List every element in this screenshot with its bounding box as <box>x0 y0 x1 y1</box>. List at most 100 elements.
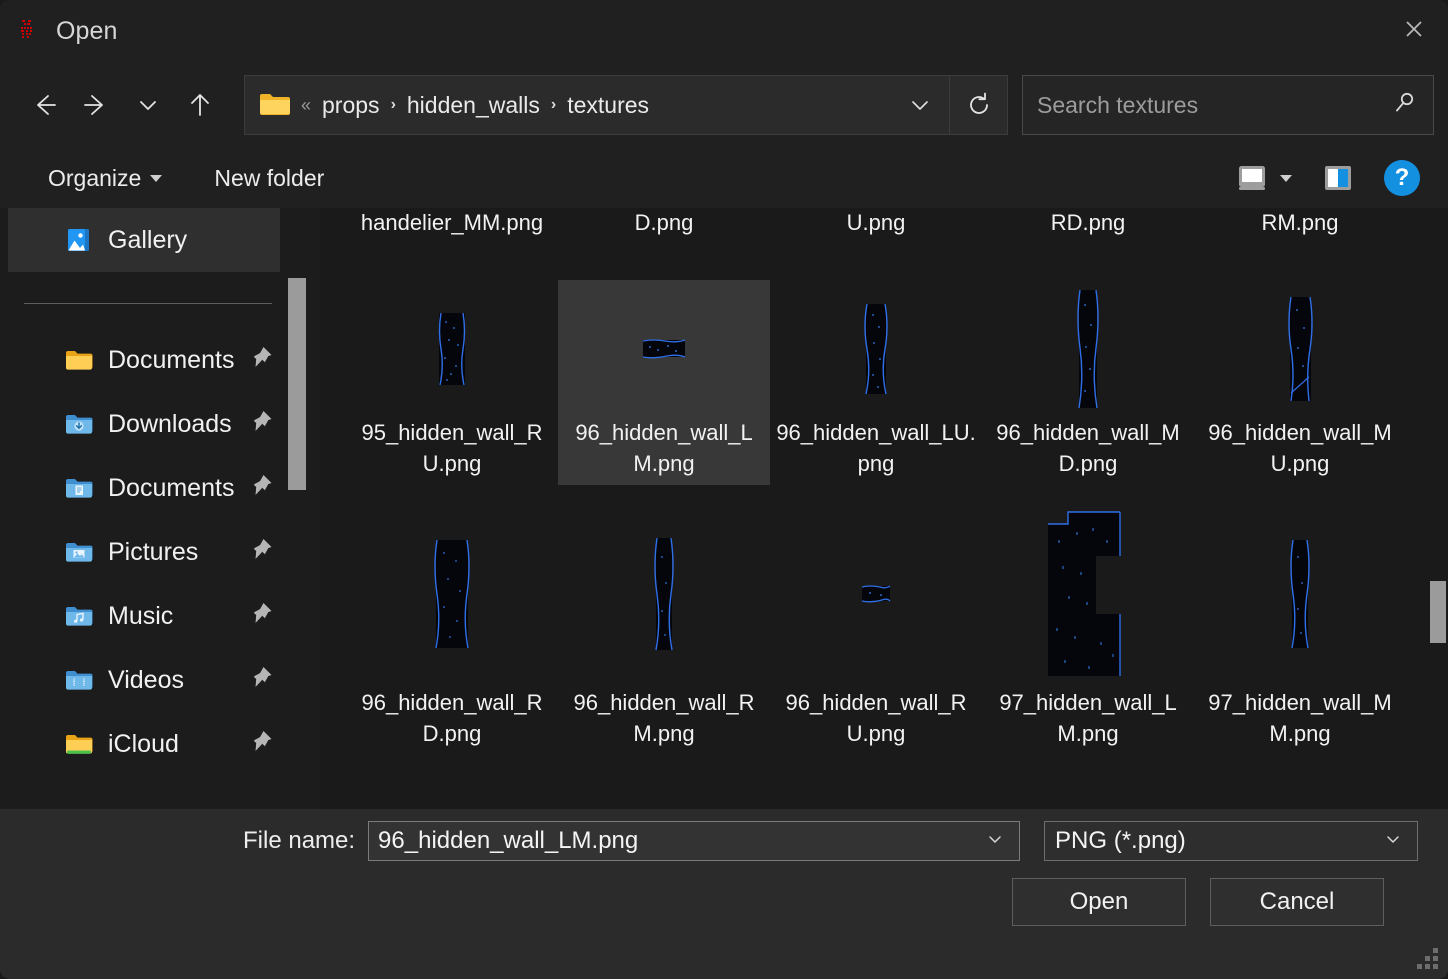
search-box[interactable] <box>1022 75 1434 135</box>
pin-icon[interactable] <box>248 537 274 568</box>
window-title: Open <box>56 16 118 45</box>
file-item[interactable]: 96_hidden_wall_RD.png <box>346 504 558 755</box>
file-row: 96_hidden_wall_RD.png 96_hidden_wall_RM.… <box>346 485 1400 755</box>
file-item[interactable]: 96_hidden_wall_MD.png <box>982 280 1194 485</box>
file-item[interactable]: 96_hidden_wall_LU.png <box>770 280 982 485</box>
breadcrumb-segment-props[interactable]: props <box>318 90 384 121</box>
sidebar-item-documents-onedrive[interactable]: Documents <box>0 456 320 520</box>
view-options-button[interactable] <box>1236 162 1292 194</box>
file-item[interactable]: U.png <box>770 208 982 280</box>
breadcrumb[interactable]: « props › hidden_walls › textures <box>244 75 950 135</box>
file-label: 95_hidden_wall_RU.png <box>361 420 543 476</box>
file-item[interactable]: 97_hidden_wall_MM.png <box>1194 504 1406 755</box>
file-grid-scrollbar-thumb[interactable] <box>1430 581 1446 643</box>
pin-icon[interactable] <box>248 345 274 376</box>
file-label: 96_hidden_wall_MD.png <box>996 420 1180 476</box>
texture-thumbnail-icon <box>864 304 888 395</box>
recent-locations-button[interactable] <box>122 79 174 131</box>
pin-icon[interactable] <box>248 601 274 632</box>
chevron-down-icon[interactable] <box>1280 174 1292 182</box>
file-label: 96_hidden_wall_LU.png <box>776 420 976 476</box>
texture-thumbnail-icon <box>861 585 891 603</box>
close-button[interactable] <box>1380 0 1448 58</box>
help-button[interactable]: ? <box>1384 160 1420 196</box>
file-label: 96_hidden_wall_RM.png <box>573 690 755 746</box>
chevron-down-icon <box>912 101 928 110</box>
pin-icon[interactable] <box>248 473 274 504</box>
file-item[interactable]: D.png <box>558 208 770 280</box>
file-item[interactable]: handelier_MM.png <box>346 208 558 280</box>
preview-pane-button[interactable] <box>1322 163 1354 193</box>
sidebar-item-gallery[interactable]: Gallery <box>8 208 280 272</box>
folder-yellow-icon <box>64 345 94 375</box>
sidebar-scrollbar-thumb[interactable] <box>288 278 306 490</box>
filetype-dropdown[interactable]: PNG (*.png) <box>1044 821 1419 861</box>
sidebar-item-documents[interactable]: Documents <box>0 328 320 392</box>
folder-pictures-icon <box>64 537 94 567</box>
sidebar-item-pictures[interactable]: Pictures <box>0 520 320 584</box>
folder-downloads-icon <box>64 409 94 439</box>
help-label: ? <box>1394 164 1410 191</box>
sidebar-scrollbar[interactable] <box>288 268 306 809</box>
filename-label: File name: <box>243 827 356 854</box>
file-thumbnail <box>1225 504 1375 684</box>
pin-icon[interactable] <box>248 729 274 760</box>
file-label: 97_hidden_wall_LM.png <box>999 690 1177 746</box>
navigation-sidebar[interactable]: Gallery Documents Downloads Documents Pi… <box>0 208 320 809</box>
file-item[interactable]: 96_hidden_wall_MU.png <box>1194 280 1406 485</box>
sidebar-item-label: Videos <box>108 665 184 694</box>
file-item[interactable]: 96_hidden_wall_RM.png <box>558 504 770 755</box>
file-item[interactable]: 96_hidden_wall_RU.png <box>770 504 982 755</box>
back-button[interactable] <box>18 79 70 131</box>
resize-grip-icon[interactable] <box>1416 947 1438 969</box>
breadcrumb-overflow[interactable]: « <box>301 95 311 116</box>
file-label: 96_hidden_wall_MU.png <box>1208 420 1392 476</box>
file-label: 97_hidden_wall_MM.png <box>1208 690 1392 746</box>
refresh-button[interactable] <box>950 75 1008 135</box>
cancel-button[interactable]: Cancel <box>1210 878 1384 926</box>
file-label: RM.png <box>1261 210 1339 235</box>
texture-thumbnail-icon <box>1077 290 1099 409</box>
up-button[interactable] <box>174 79 226 131</box>
breadcrumb-segment-textures[interactable]: textures <box>563 90 653 121</box>
texture-thumbnail-icon <box>438 313 466 386</box>
file-item[interactable]: 95_hidden_wall_RU.png <box>346 280 558 485</box>
chevron-down-icon[interactable] <box>1381 827 1405 856</box>
filename-field[interactable]: 96_hidden_wall_LM.png <box>368 821 1021 861</box>
texture-thumbnail-icon <box>1290 540 1310 649</box>
sidebar-item-downloads[interactable]: Downloads <box>0 392 320 456</box>
file-item[interactable]: RM.png <box>1194 208 1400 280</box>
preview-pane-icon <box>1325 166 1351 190</box>
file-thumbnail <box>1225 284 1375 414</box>
sidebar-item-icloud[interactable]: iCloud <box>0 712 320 776</box>
texture-thumbnail-icon <box>654 538 674 651</box>
file-label: 96_hidden_wall_RU.png <box>785 690 967 746</box>
sidebar-item-videos[interactable]: Videos <box>0 648 320 712</box>
file-label: 96_hidden_wall_RD.png <box>361 690 543 746</box>
forward-button[interactable] <box>70 79 122 131</box>
file-thumbnail <box>589 504 739 684</box>
file-grid-pane[interactable]: handelier_MM.png D.png U.png RD.png RM.p… <box>320 208 1448 809</box>
file-item[interactable]: 97_hidden_wall_LM.png <box>982 504 1194 755</box>
action-buttons-row: Open Cancel <box>0 878 1448 926</box>
pin-icon[interactable] <box>248 665 274 696</box>
pin-icon[interactable] <box>248 409 274 440</box>
breadcrumb-segment-hidden-walls[interactable]: hidden_walls <box>403 90 544 121</box>
organize-button[interactable]: Organize <box>36 159 174 198</box>
folder-videos-icon <box>64 665 94 695</box>
sidebar-item-music[interactable]: Music <box>0 584 320 648</box>
file-label: handelier_MM.png <box>360 210 544 235</box>
breadcrumb-dropdown-button[interactable] <box>899 77 941 133</box>
file-grid-scrollbar[interactable] <box>1426 208 1448 809</box>
chevron-down-icon[interactable] <box>983 827 1007 856</box>
dialog-footer: File name: 96_hidden_wall_LM.png PNG (*.… <box>0 809 1448 979</box>
new-folder-label: New folder <box>214 164 325 191</box>
folder-icon <box>259 92 291 118</box>
file-item[interactable]: RD.png <box>982 208 1194 280</box>
search-input[interactable] <box>1037 91 1383 119</box>
file-label: D.png <box>634 210 694 235</box>
open-button[interactable]: Open <box>1012 878 1186 926</box>
sidebar-item-label: Pictures <box>108 537 199 566</box>
file-item-selected[interactable]: 96_hidden_wall_LM.png <box>558 280 770 485</box>
new-folder-button[interactable]: New folder <box>202 159 336 198</box>
